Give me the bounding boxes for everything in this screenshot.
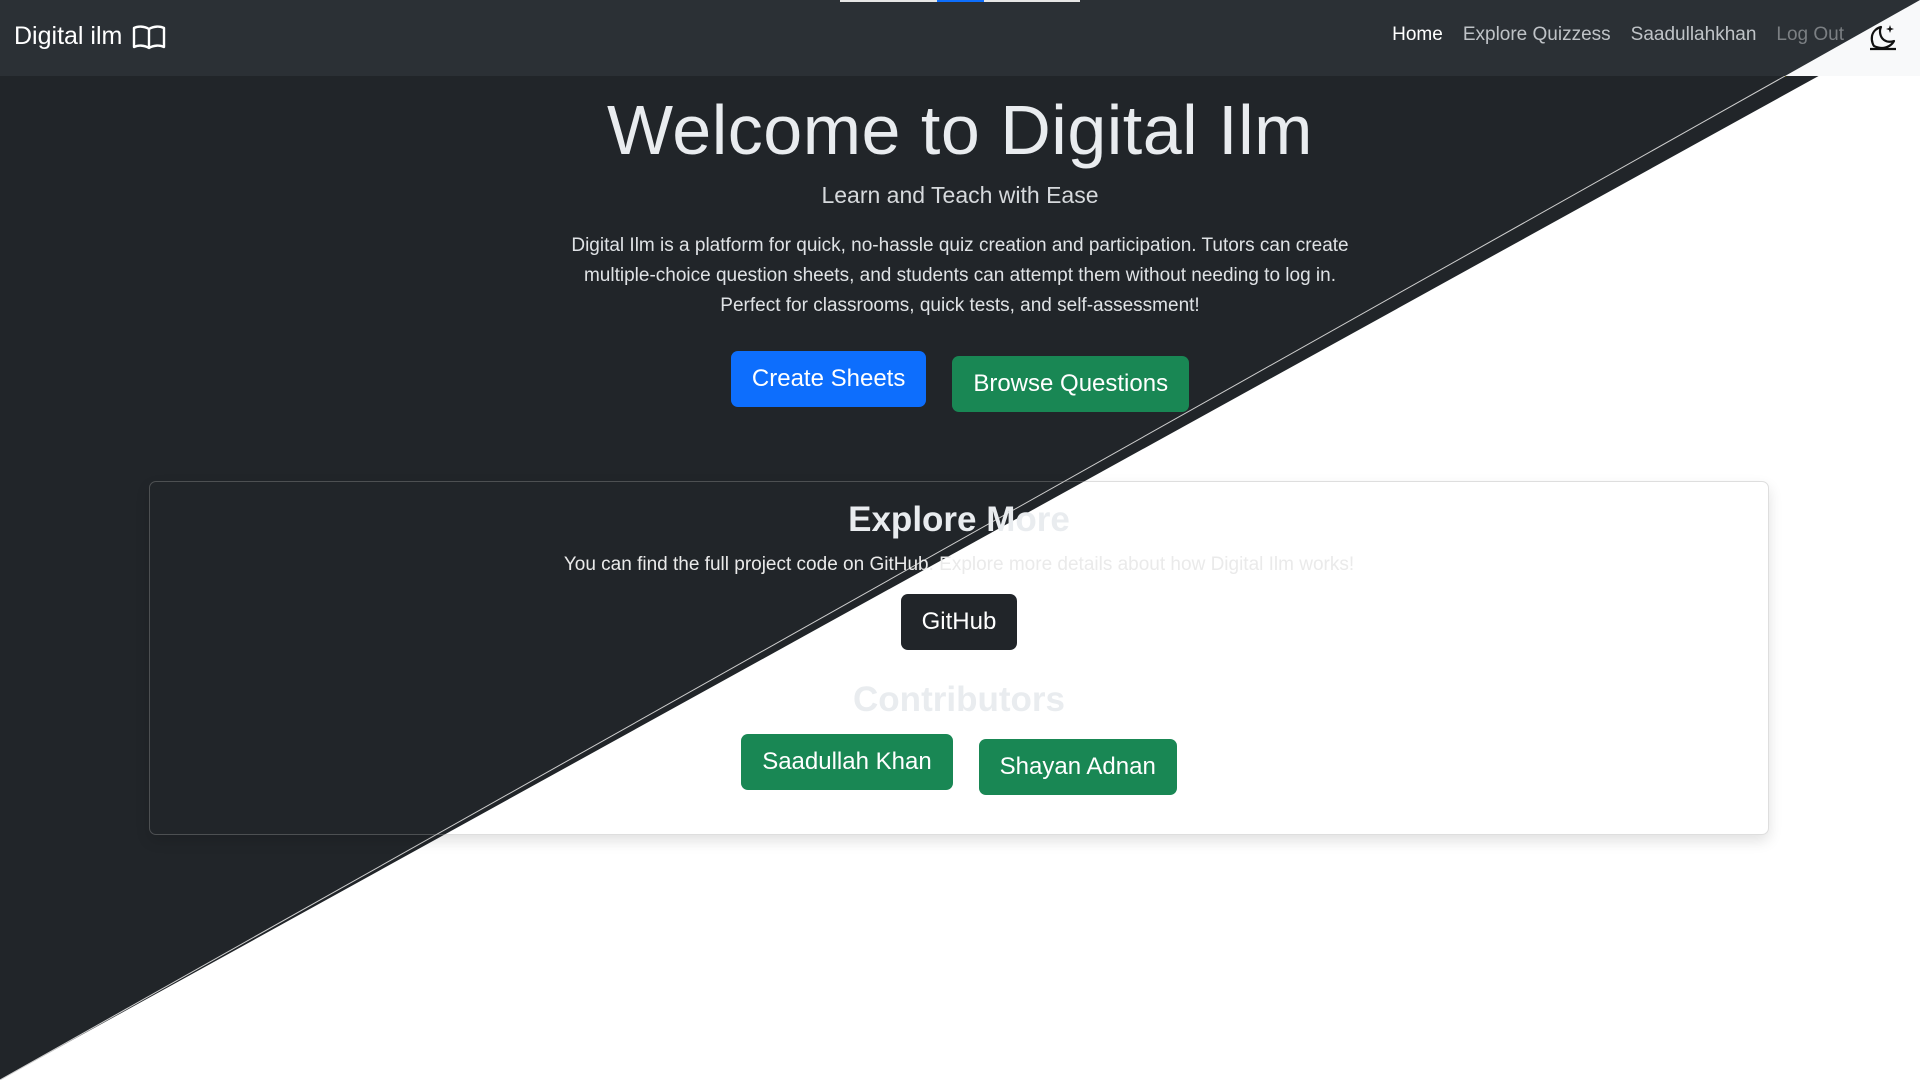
explore-card-content: Explore More You can find the full proje… [149, 500, 1769, 795]
hero-description: Digital Ilm is a platform for quick, no-… [571, 235, 1349, 316]
nav-link-explore-quizzes[interactable]: Explore Quizzess [1463, 24, 1611, 46]
create-sheets-button[interactable]: Create Sheets [730, 351, 927, 407]
hero-section: Welcome to Digital Ilm Learn and Teach w… [0, 90, 1920, 412]
book-open-icon [133, 24, 166, 49]
browse-questions-button[interactable]: Browse Questions [952, 356, 1190, 412]
nav-link-home[interactable]: Home [1392, 24, 1443, 46]
loading-indicator [840, 0, 1080, 2]
hero-buttons: Create Sheets Browse Questions [0, 351, 1920, 412]
explore-title: Explore More [848, 500, 1070, 539]
brand-label: Digital ilm [14, 22, 123, 50]
contributor-button-saadullah[interactable]: Saadullah Khan [741, 734, 953, 790]
nav-link-logout[interactable]: Log Out [1776, 24, 1844, 46]
moon-stars-icon[interactable] [1868, 22, 1898, 52]
hero-title: Welcome to Digital Ilm [606, 91, 1313, 169]
hero-lead: Learn and Teach with Ease [821, 182, 1099, 208]
navbar-brand[interactable]: Digital ilm [14, 22, 166, 51]
explore-subtitle: You can find the full project code on Gi… [563, 554, 1355, 575]
contributor-button-shayan[interactable]: Shayan Adnan [978, 739, 1177, 795]
contributors-title: Contributors [853, 680, 1065, 719]
nav-links: Home Explore Quizzess Saadullahkhan Log … [1392, 24, 1844, 46]
github-button[interactable]: GitHub [900, 594, 1018, 650]
contributors-buttons: Saadullah Khan Shayan Adnan [149, 734, 1769, 795]
nav-link-profile[interactable]: Saadullahkhan [1631, 24, 1757, 46]
